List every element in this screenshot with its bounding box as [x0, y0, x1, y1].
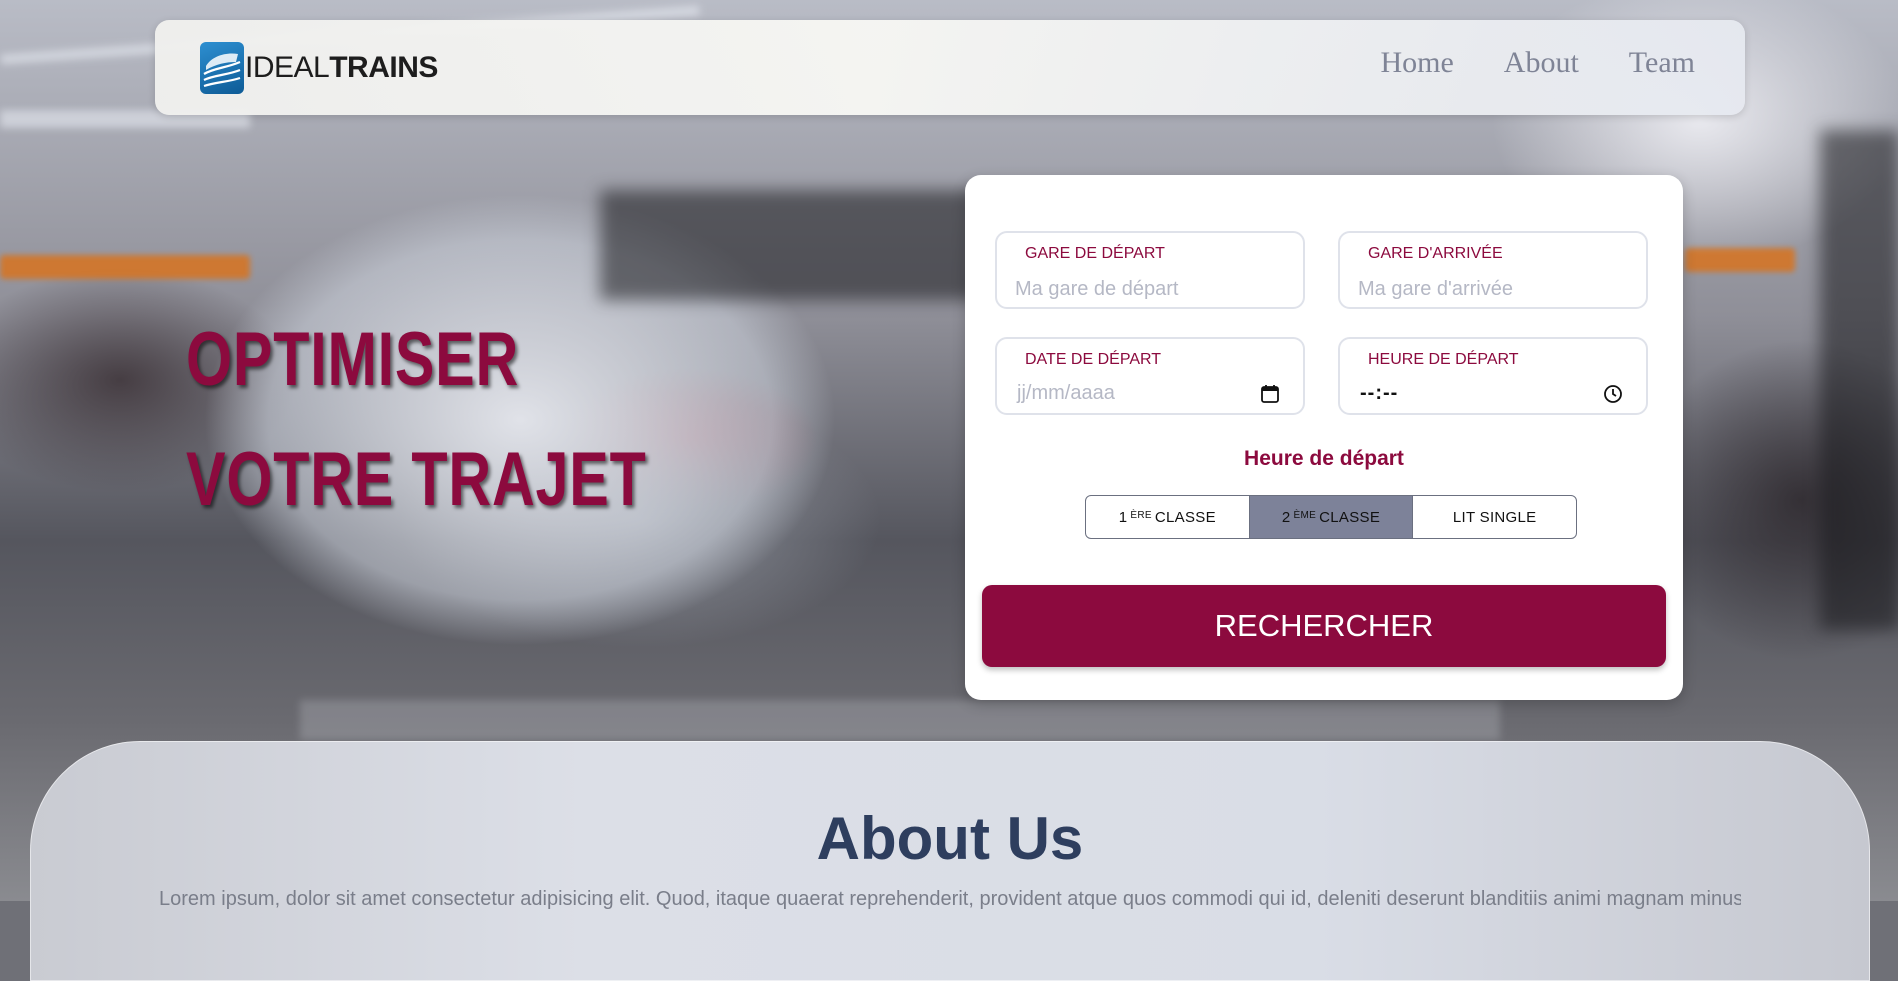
departure-time-field[interactable]: HEURE DE DÉPART --:-- [1338, 337, 1648, 415]
arrival-station-input[interactable] [1358, 275, 1628, 303]
brand-name: IDEALTRAINS [245, 51, 438, 85]
nav-link-about[interactable]: About [1504, 46, 1579, 80]
search-button[interactable]: RECHERCHER [982, 585, 1666, 667]
class-second-word: CLASSE [1319, 508, 1381, 526]
hero-title: OPTIMISER VOTRE TRAJET [186, 300, 647, 540]
departure-time-value[interactable]: --:-- [1360, 382, 1398, 405]
travel-class-heading: Heure de départ [1244, 447, 1404, 470]
nav-link-team[interactable]: Team [1629, 46, 1695, 80]
class-first-word: CLASSE [1154, 508, 1216, 526]
class-first-number: 1 [1118, 508, 1128, 526]
about-text: Lorem ipsum, dolor sit amet consectetur … [159, 888, 1741, 910]
search-card: GARE DE DÉPART GARE D'ARRIVÉE DATE DE DÉ… [965, 175, 1683, 700]
class-first-suffix: ÈRE [1130, 509, 1152, 521]
hero-title-line-2: VOTRE TRAJET [186, 437, 647, 522]
travel-class-selector: 1 ÈRE CLASSE 2 ÈME CLASSE LIT SINGLE [1085, 495, 1577, 539]
class-option-lit-single[interactable]: LIT SINGLE [1413, 496, 1576, 538]
calendar-icon[interactable] [1259, 383, 1281, 405]
departure-time-label: HEURE DE DÉPART [1368, 351, 1519, 368]
arrival-station-field[interactable]: GARE D'ARRIVÉE [1338, 231, 1648, 309]
about-section: About Us Lorem ipsum, dolor sit amet con… [30, 741, 1870, 981]
departure-station-label: GARE DE DÉPART [1025, 245, 1165, 262]
navbar: IDEALTRAINS Home About Team [155, 20, 1745, 115]
departure-date-field[interactable]: DATE DE DÉPART jj/mm/aaaa [995, 337, 1305, 415]
hero-title-line-1: OPTIMISER [186, 317, 520, 402]
brand-logo[interactable]: IDEALTRAINS [200, 41, 438, 95]
train-logo-icon [200, 42, 244, 94]
class-single-word: LIT SINGLE [1452, 508, 1537, 526]
class-option-first[interactable]: 1 ÈRE CLASSE [1086, 496, 1250, 538]
departure-date-value[interactable]: jj/mm/aaaa [1017, 382, 1115, 405]
brand-name-light: IDEAL [245, 51, 330, 84]
about-title: About Us [816, 805, 1084, 872]
class-second-suffix: ÈME [1293, 509, 1317, 521]
nav-link-home[interactable]: Home [1380, 46, 1453, 80]
arrival-station-label: GARE D'ARRIVÉE [1368, 245, 1503, 262]
departure-station-input[interactable] [1015, 275, 1285, 303]
class-second-number: 2 [1281, 508, 1291, 526]
brand-name-bold: TRAINS [329, 51, 438, 84]
nav-links: Home About Team [1380, 46, 1695, 80]
departure-date-label: DATE DE DÉPART [1025, 351, 1162, 368]
class-option-second[interactable]: 2 ÈME CLASSE [1249, 496, 1414, 538]
departure-station-field[interactable]: GARE DE DÉPART [995, 231, 1305, 309]
clock-icon[interactable] [1602, 383, 1624, 405]
